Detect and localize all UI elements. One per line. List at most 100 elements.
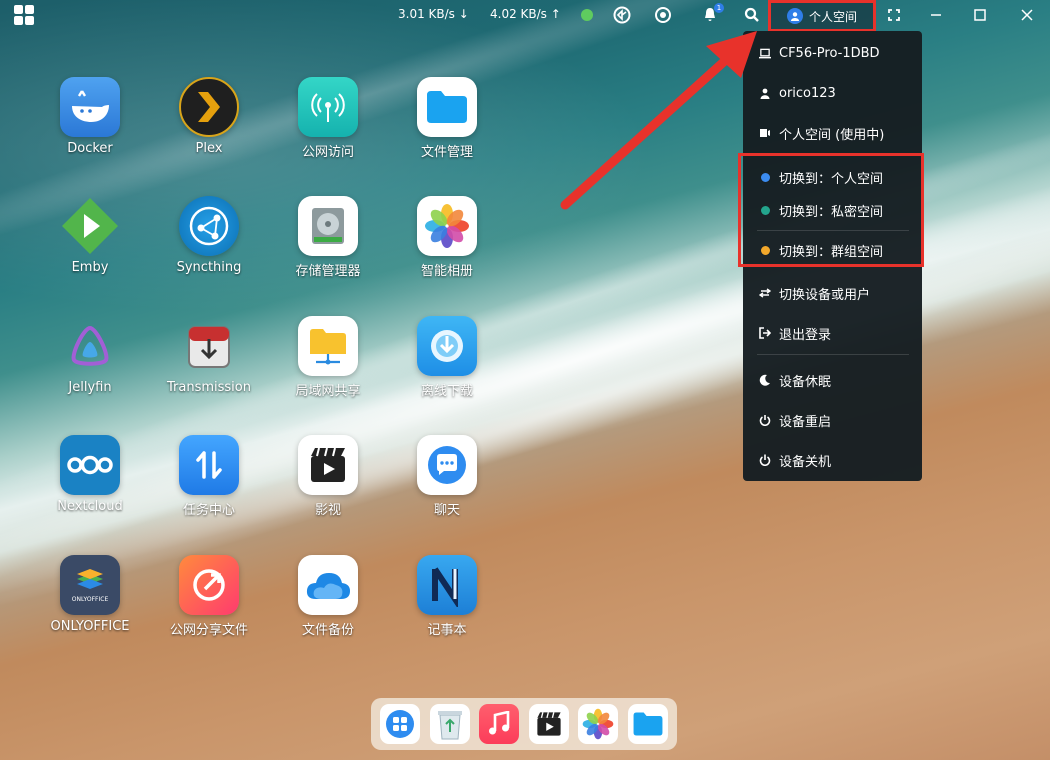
backup-cloud-icon [298, 555, 358, 615]
app-offline-download[interactable]: 离线下载 [392, 316, 502, 399]
menu-item-label: 设备重启 [779, 414, 832, 430]
video-icon [298, 435, 358, 495]
search-icon[interactable] [743, 6, 761, 24]
task-center-icon [179, 435, 239, 495]
close-icon[interactable] [1017, 5, 1037, 25]
onlyoffice-icon: ONLYOFFICE [60, 555, 120, 615]
app-label: 公网分享文件 [169, 623, 248, 638]
minimize-icon[interactable] [926, 5, 946, 25]
dock-recycle-bin-icon[interactable] [429, 704, 470, 744]
app-smart-album[interactable]: 智能相册 [392, 196, 502, 279]
top-bar: 3.01 KB/s ↓ 4.02 KB/s ↑ 1 个人空间 [0, 0, 1050, 32]
app-label: 聊天 [433, 503, 460, 518]
app-task-center[interactable]: 任务中心 [154, 435, 264, 518]
menu-item-restart[interactable]: 设备重启 [759, 409, 831, 431]
app-storage-manager[interactable]: 存储管理器 [273, 196, 383, 279]
app-label: Nextcloud [57, 499, 123, 514]
app-lan-share[interactable]: 局域网共享 [273, 316, 383, 399]
app-public-access[interactable]: 公网访问 [273, 77, 383, 160]
menu-item-label: orico123 [779, 85, 836, 101]
menu-item-sleep[interactable]: 设备休眠 [759, 369, 831, 391]
menu-item-label: 设备关机 [779, 454, 832, 470]
app-chat[interactable]: 聊天 [392, 435, 502, 518]
status-indicator-icon [578, 6, 596, 24]
plex-icon [179, 77, 239, 137]
notepad-icon [417, 555, 477, 615]
highlight-box [738, 153, 924, 267]
menu-item-label: 退出登录 [779, 327, 832, 343]
app-label: 文件备份 [301, 623, 354, 638]
app-label: 记事本 [427, 623, 467, 638]
power-icon [759, 454, 771, 466]
transmission-icon [179, 316, 239, 376]
menu-item-user[interactable]: orico123 [759, 82, 836, 104]
app-label: Syncthing [176, 260, 242, 275]
app-label: 任务中心 [182, 503, 235, 518]
offline-download-icon [417, 316, 477, 376]
dock-video-icon[interactable] [528, 704, 569, 744]
app-emby[interactable]: Emby [35, 196, 145, 275]
broadcast-icon [298, 77, 358, 137]
app-label: Plex [195, 141, 223, 156]
app-syncthing[interactable]: Syncthing [154, 196, 264, 275]
share-file-icon [179, 555, 239, 615]
dock-music-icon[interactable] [479, 704, 520, 744]
download-speed: 3.01 KB/s ↓ [398, 7, 469, 21]
space-switcher-button[interactable]: 个人空间 [768, 0, 876, 32]
network-icon[interactable] [613, 6, 631, 24]
menu-divider [757, 354, 909, 355]
app-label: Emby [71, 260, 109, 275]
app-label: 存储管理器 [295, 264, 361, 279]
restart-icon [759, 414, 771, 426]
fullscreen-icon[interactable] [884, 5, 904, 25]
app-nextcloud[interactable]: Nextcloud [35, 435, 145, 514]
sleep-moon-icon [759, 374, 771, 386]
app-video[interactable]: 影视 [273, 435, 383, 518]
app-launcher-icon[interactable] [14, 5, 34, 25]
disk-icon [298, 196, 358, 256]
app-label: 影视 [314, 503, 341, 518]
app-notepad[interactable]: 记事本 [392, 555, 502, 638]
syncthing-icon [179, 196, 239, 256]
upload-speed: 4.02 KB/s ↑ [490, 7, 561, 21]
menu-item-logout[interactable]: 退出登录 [759, 322, 831, 344]
dock-photos-icon[interactable] [578, 704, 619, 744]
menu-item-label: 切换设备或用户 [779, 287, 871, 303]
nextcloud-icon [60, 435, 120, 495]
app-transmission[interactable]: Transmission [154, 316, 264, 395]
chat-icon [417, 435, 477, 495]
app-docker[interactable]: Docker [35, 77, 145, 156]
menu-item-device[interactable]: CF56-Pro-1DBD [759, 42, 880, 64]
app-label: Transmission [167, 380, 251, 395]
app-label: Docker [67, 141, 113, 156]
notification-badge: 1 [714, 3, 724, 13]
maximize-icon[interactable] [970, 5, 990, 25]
space-icon [759, 127, 771, 139]
app-plex[interactable]: Plex [154, 77, 264, 156]
notification-bell-icon[interactable]: 1 [701, 3, 724, 24]
app-label: 局域网共享 [295, 384, 361, 399]
menu-item-shutdown[interactable]: 设备关机 [759, 449, 831, 471]
dock-app-grid-icon[interactable] [380, 704, 421, 744]
app-file-manager[interactable]: 文件管理 [392, 77, 502, 160]
logout-icon [759, 327, 771, 339]
user-icon [759, 87, 771, 99]
emby-icon [60, 196, 120, 256]
folder-icon [417, 77, 477, 137]
dock-folder-icon[interactable] [627, 704, 668, 744]
menu-item-current-space[interactable]: 个人空间 (使用中) [759, 122, 884, 144]
menu-item-label: CF56-Pro-1DBD [779, 45, 880, 61]
app-file-backup[interactable]: 文件备份 [273, 555, 383, 638]
menu-item-label: 设备休眠 [779, 374, 832, 390]
app-jellyfin[interactable]: Jellyfin [35, 316, 145, 395]
menu-item-switch-device[interactable]: 切换设备或用户 [759, 282, 870, 304]
laptop-icon [759, 47, 771, 59]
app-label: Jellyfin [68, 380, 112, 395]
photos-icon [417, 196, 477, 256]
swap-icon [759, 287, 771, 299]
app-label: 智能相册 [420, 264, 473, 279]
app-share-file[interactable]: 公网分享文件 [154, 555, 264, 638]
lan-share-icon [298, 316, 358, 376]
sync-icon[interactable] [654, 6, 672, 24]
app-onlyoffice[interactable]: ONLYOFFICE ONLYOFFICE [35, 555, 145, 634]
